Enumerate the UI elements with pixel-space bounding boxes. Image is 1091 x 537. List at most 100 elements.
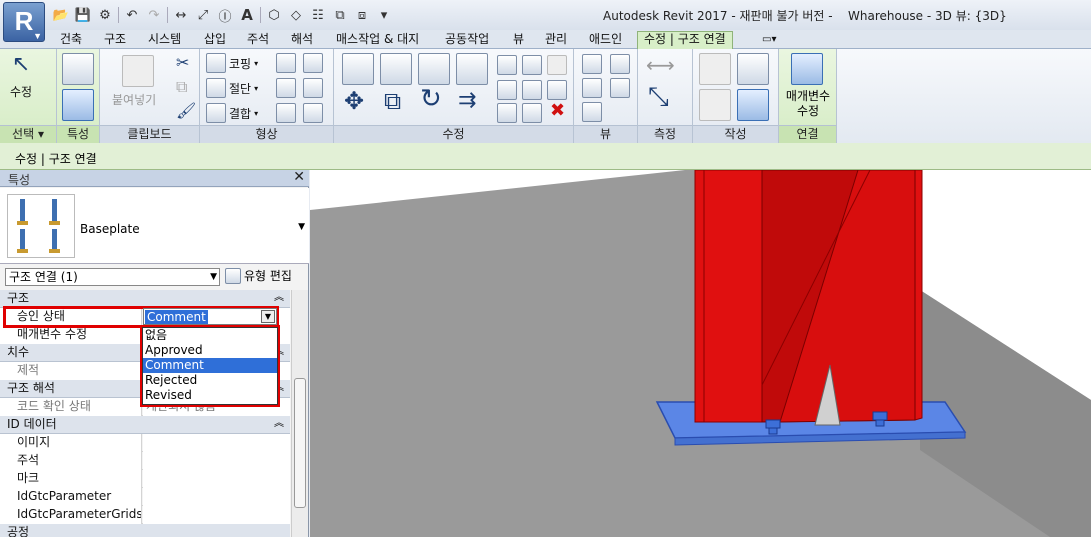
copy-element-icon[interactable]: ⧉ [384,89,401,113]
align-icon[interactable] [342,53,374,85]
paste-button-label[interactable]: 붙여넣기 [112,91,156,108]
3d-viewport[interactable] [310,170,1091,537]
option-rejected[interactable]: Rejected [143,373,277,388]
tab-architecture[interactable]: 건축 [60,31,82,49]
edit-type-button[interactable]: 유형 편집 [225,267,292,284]
tab-structure[interactable]: 구조 [104,31,126,49]
tab-manage[interactable]: 관리 [545,31,567,49]
group-identity-data[interactable]: ID 데이터 ︽ [0,416,290,434]
scrollbar-thumb[interactable] [294,378,306,508]
switch-windows-icon[interactable]: ⧈ [353,6,371,24]
cut-icon[interactable]: ✂ [176,53,189,73]
demolish-icon[interactable] [276,103,296,123]
property-row-idgtcparameter[interactable]: IdGtcParameter [0,488,290,506]
tab-systems[interactable]: 시스템 [148,31,181,49]
text-icon[interactable]: A [238,6,256,24]
join-button[interactable]: 결합 ▾ [206,103,258,123]
3d-view-icon[interactable]: ⬡ [265,6,283,24]
split-gap-icon[interactable] [522,55,542,75]
tab-massing-site[interactable]: 매스작업 & 대지 [336,31,419,49]
rotate-icon[interactable]: ↻ [420,86,442,112]
cope-button[interactable]: 코핑 ▾ [206,53,258,73]
aligned-dimension-icon[interactable]: ⤡ [648,84,669,110]
scale-icon[interactable] [522,80,542,100]
paint-icon[interactable] [303,78,323,98]
type-properties-icon[interactable] [62,53,94,85]
measure-between-icon[interactable]: ⟷ [646,55,675,75]
sync-icon[interactable]: ⚙ [96,6,114,24]
tab-modify-structural-connection[interactable]: 수정 | 구조 연결 [637,31,733,49]
filter-icon[interactable] [582,102,602,122]
properties-scrollbar[interactable] [291,290,308,537]
application-menu-button[interactable]: R ▼ [3,2,45,42]
redo-icon[interactable]: ↷ [145,6,163,24]
dimension-icon[interactable]: ⤢ [194,6,212,24]
split-icon[interactable] [497,55,517,75]
offset-icon[interactable] [380,53,412,85]
collapse-icon[interactable]: ︽ [274,415,284,432]
property-row-mark[interactable]: 마크 [0,470,290,488]
modify-button[interactable]: ↖ 수정 [10,54,32,100]
edit-parameters-icon[interactable] [791,53,823,85]
chevron-down-icon[interactable]: ▼ [261,310,275,323]
measure-icon[interactable]: ↔ [172,6,190,24]
array-icon[interactable] [497,80,517,100]
mirror-axis-icon[interactable] [418,53,450,85]
option-comment[interactable]: Comment [143,358,277,373]
hammer-icon[interactable] [303,103,323,123]
property-row-idgtcparametergrids[interactable]: IdGtcParameterGrids [0,506,290,524]
create-parts-icon[interactable] [737,53,769,85]
cut-geometry-button[interactable]: 절단 ▾ [206,78,258,98]
chevron-down-icon[interactable]: ▼ [298,222,305,232]
tab-analyze[interactable]: 해석 [291,31,313,49]
shape-icon[interactable] [303,53,323,73]
thin-lines-icon[interactable]: ☷ [309,6,327,24]
linework-icon[interactable] [582,78,602,98]
customize-dropdown-icon[interactable]: ▾ [375,6,393,24]
edit-parameters-button[interactable]: 매개변수 수정 [782,89,834,119]
tab-insert[interactable]: 삽입 [204,31,226,49]
override-graphics-icon[interactable] [610,54,630,74]
undo-icon[interactable]: ↶ [123,6,141,24]
property-row-image[interactable]: 이미지 [0,434,290,452]
type-selector[interactable]: Baseplate ▼ [0,188,309,264]
panel-measure: ⟷ ⤡ 측정 [638,49,693,143]
approval-status-combo[interactable]: Comment ▼ [143,308,277,325]
hide-icon[interactable] [582,54,602,74]
paste-icon[interactable] [122,55,154,87]
delete-icon[interactable]: ✖ [550,101,565,121]
collapse-icon[interactable]: ︽ [274,289,284,306]
ribbon-minimize-icon[interactable]: ▭▾ [762,31,776,49]
create-similar-icon[interactable] [737,89,769,121]
option-approved[interactable]: Approved [143,343,277,358]
option-none[interactable]: 없음 [143,328,277,343]
instance-filter-select[interactable]: 구조 연결 (1) ▼ [5,268,220,286]
move-icon[interactable]: ✥ [344,89,364,113]
tab-annotate[interactable]: 주석 [247,31,269,49]
tab-collaborate[interactable]: 공동작업 [445,31,489,49]
split-face-icon[interactable] [276,78,296,98]
option-revised[interactable]: Revised [143,388,277,403]
pin-icon[interactable] [547,80,567,100]
property-row-comments[interactable]: 주석 [0,452,290,470]
save-icon[interactable]: 💾 [74,6,92,24]
close-hidden-icon[interactable]: ⧉ [331,6,349,24]
group-phasing[interactable]: 공정 [0,524,290,537]
close-icon[interactable]: ✕ [293,169,305,185]
line-style-icon[interactable] [610,78,630,98]
tab-addins[interactable]: 애드인 [589,31,622,49]
mirror-draw-icon[interactable] [456,53,488,85]
toolbar-separator [260,7,261,23]
tag-icon[interactable]: Ⓘ [216,6,234,25]
extend-icon[interactable] [522,103,542,123]
section-icon[interactable]: ◇ [287,6,305,24]
wall-joins-icon[interactable] [276,53,296,73]
open-icon[interactable]: 📂 [52,6,70,24]
match-properties-icon[interactable]: 🖌 [176,101,196,121]
panel-select-label[interactable]: 선택 ▾ [0,125,56,143]
trim-icon[interactable] [497,103,517,123]
chevron-down-icon: ▼ [210,272,217,282]
tab-view[interactable]: 뷰 [513,31,524,49]
properties-icon[interactable] [62,89,94,121]
trim-extend-icon[interactable]: ⇉ [458,90,476,112]
